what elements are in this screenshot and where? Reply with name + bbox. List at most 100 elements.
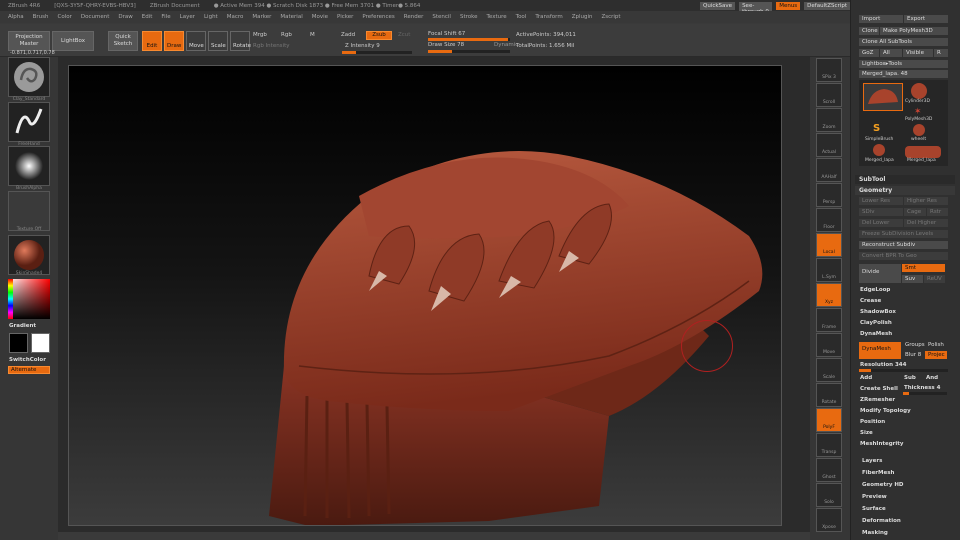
zremesher-section[interactable]: ZRemesher [860,397,895,403]
fibermesh-section[interactable]: FiberMesh [862,470,894,476]
tool-thumb-merged[interactable] [863,83,903,111]
color-picker[interactable] [8,279,50,319]
export-button[interactable]: Export [904,15,948,23]
make-polymesh-button[interactable]: Make PolyMesh3D [880,27,948,35]
menu-edit[interactable]: Edit [142,14,153,20]
rgb-button[interactable]: Rgb [281,32,292,38]
deformation-section[interactable]: Deformation [862,518,901,524]
menu-layer[interactable]: Layer [180,14,195,20]
move-button[interactable]: Move [186,31,206,51]
menu-marker[interactable]: Marker [252,14,271,20]
subtool-section[interactable]: SubTool [855,175,955,184]
higher-res-button[interactable]: Higher Res [904,197,948,205]
dynamesh-section[interactable]: DynaMesh [860,331,892,337]
brush-thumbnail[interactable] [8,57,50,97]
sculpt-model[interactable] [69,66,782,526]
size-section[interactable]: Size [860,430,873,436]
default-zscript-button[interactable]: DefaultZScript [804,2,850,10]
crease-section[interactable]: Crease [860,298,881,304]
goz-button[interactable]: GoZ [859,49,879,57]
groups-button[interactable]: Groups [902,341,925,349]
shelf-scroll[interactable]: Scroll [816,83,842,107]
menu-file[interactable]: File [161,14,170,20]
clone-all-subtools-button[interactable]: Clone All SubTools [859,38,948,46]
rstr-button[interactable]: Rstr [927,208,948,216]
shelf-aahalf[interactable]: AAHalf [816,158,842,182]
zsub-button[interactable]: Zsub [366,31,392,40]
layers-section[interactable]: Layers [862,458,882,464]
shelf-actual[interactable]: Actual [816,133,842,157]
add-button[interactable]: Add [860,375,872,381]
edit-button[interactable]: Edit [142,31,162,51]
menu-stroke[interactable]: Stroke [460,14,478,20]
reconstruct-subdiv-button[interactable]: Reconstruct Subdiv [859,241,948,249]
shelf-frame[interactable]: Frame [816,308,842,332]
z-intensity-slider[interactable]: Z Intensity 9 [345,43,380,49]
meshintegrity-section[interactable]: MeshIntegrity [860,441,903,447]
mrgb-button[interactable]: Mrgb [253,32,267,38]
shadowbox-section[interactable]: ShadowBox [860,309,896,315]
r-button[interactable]: R [934,49,948,57]
divide-button[interactable]: Divide [859,264,901,283]
menu-movie[interactable]: Movie [312,14,328,20]
document-canvas[interactable] [68,65,782,526]
import-button[interactable]: Import [859,15,903,23]
menus-button[interactable]: Menus [776,2,801,10]
wheel-tool-icon[interactable] [913,124,925,136]
polymesh-tool-icon[interactable]: ✶ [914,107,922,117]
menu-color[interactable]: Color [58,14,72,20]
menu-tool[interactable]: Tool [516,14,527,20]
del-higher-button[interactable]: Del Higher [904,219,948,227]
modify-topology-section[interactable]: Modify Topology [860,408,911,414]
lower-res-button[interactable]: Lower Res [859,197,903,205]
project-button[interactable]: Projec [925,351,947,359]
shelf-l-sym[interactable]: L.Sym [816,258,842,282]
simplebrush-tool-icon[interactable]: S [873,123,880,134]
menu-zscript[interactable]: Zscript [601,14,620,20]
switchcolor-button[interactable]: SwitchColor [9,357,46,363]
clone-button[interactable]: Clone [859,27,879,35]
shelf-spix-3[interactable]: SPix 3 [816,58,842,82]
preview-section[interactable]: Preview [862,494,887,500]
polish-button[interactable]: Polish [925,341,947,349]
create-shell-button[interactable]: Create Shell [860,386,898,392]
menu-macro[interactable]: Macro [227,14,244,20]
shelf-xyz[interactable]: Xyz [816,283,842,307]
current-tool-slider[interactable]: Merged_lapa. 48 [859,70,948,78]
projection-master-button[interactable]: Projection Master [8,31,50,51]
all-button[interactable]: All [880,49,902,57]
del-lower-button[interactable]: Del Lower [859,219,903,227]
suv-button[interactable]: Suv [902,275,923,283]
menu-material[interactable]: Material [280,14,302,20]
rotate-button[interactable]: Rotate [230,31,251,51]
shelf-move[interactable]: Move [816,333,842,357]
sdiv-slider[interactable]: SDiv [859,208,903,216]
claypolish-section[interactable]: ClayPolish [860,320,892,326]
smt-button[interactable]: Smt [902,264,945,272]
sub-button[interactable]: Sub [904,375,916,381]
resolution-slider[interactable]: Resolution 344 [860,362,906,368]
visible-button[interactable]: Visible [903,49,933,57]
edgeloop-section[interactable]: EdgeLoop [860,287,890,293]
draw-button[interactable]: Draw [164,31,184,51]
shelf-local[interactable]: Local [816,233,842,257]
quick-sketch-button[interactable]: Quick Sketch [108,31,138,51]
merged-lapa-tool-icon-2[interactable] [905,146,941,158]
texture-thumbnail[interactable] [8,191,50,231]
shelf-ghost[interactable]: Ghost [816,458,842,482]
shelf-polyf[interactable]: PolyF [816,408,842,432]
secondary-color-swatch[interactable] [9,333,28,353]
merged-lapa-tool-icon[interactable] [873,144,885,156]
shelf-zoom[interactable]: Zoom [816,108,842,132]
hue-strip[interactable] [8,279,13,319]
alpha-thumbnail[interactable] [8,146,50,186]
shelf-floor[interactable]: Floor [816,208,842,232]
freeze-subdivision-button[interactable]: Freeze SubDivision Levels [859,230,948,238]
lightbox-tools-button[interactable]: Lightbox▸Tools [859,60,948,68]
menu-preferences[interactable]: Preferences [362,14,394,20]
shelf-persp[interactable]: Persp [816,183,842,207]
menu-alpha[interactable]: Alpha [8,14,24,20]
shelf-rotate[interactable]: Rotate [816,383,842,407]
and-button[interactable]: And [926,375,938,381]
menu-transform[interactable]: Transform [535,14,562,20]
